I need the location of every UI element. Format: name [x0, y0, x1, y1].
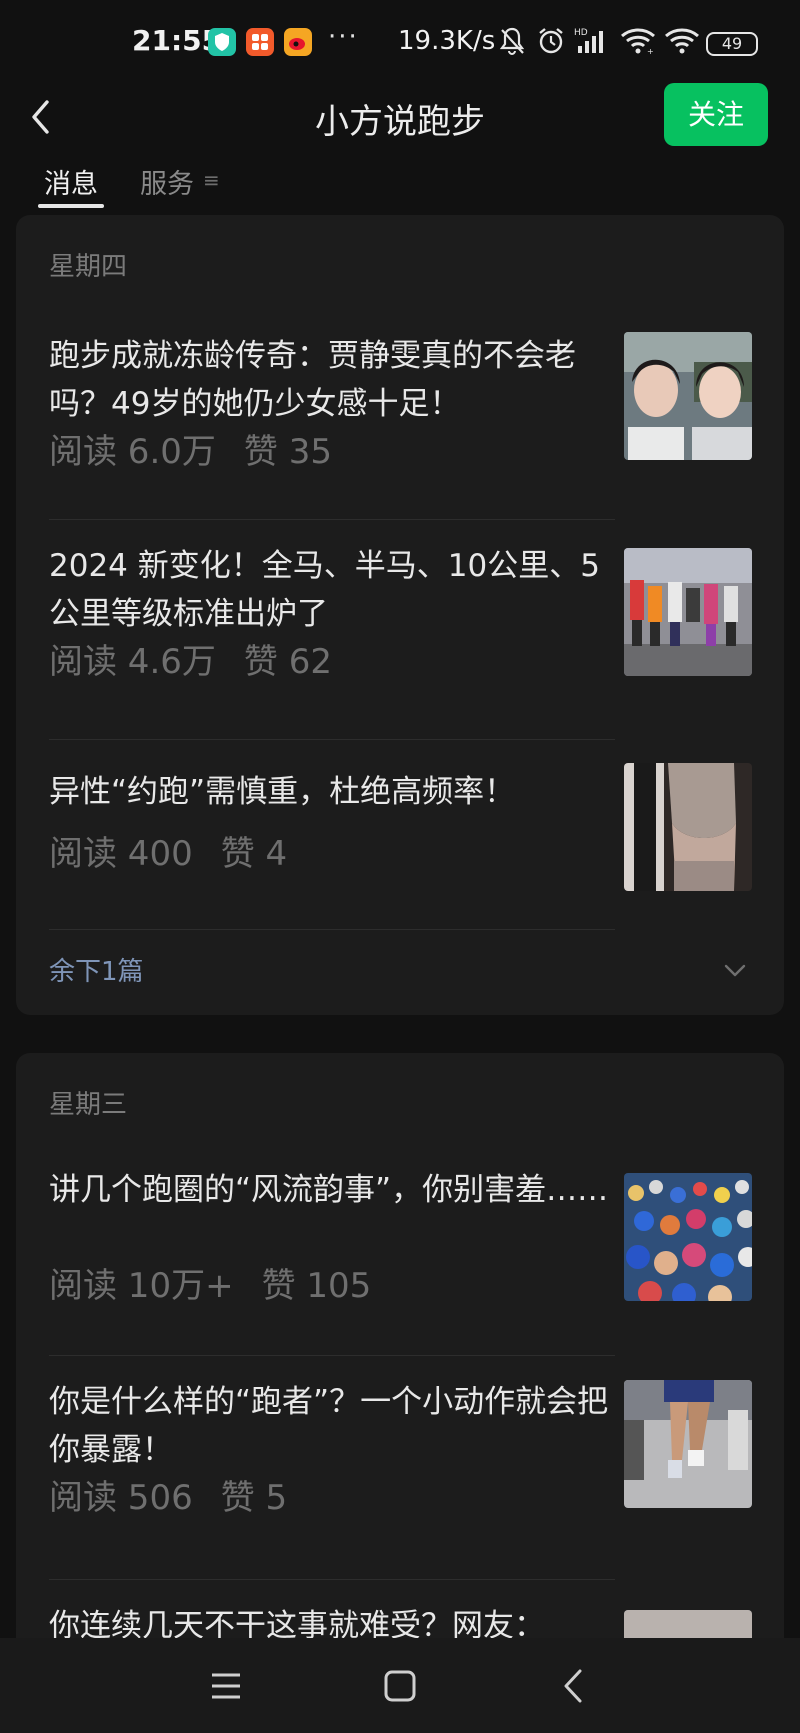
article-item[interactable]: 异性“约跑”需慎重，杜绝高频率！ 阅读 400 赞 4 [16, 740, 784, 930]
status-bar: 21:55 ··· 19.3K/s HD + 49 [0, 0, 800, 80]
article-divider [49, 929, 615, 930]
svg-text:HD: HD [574, 28, 588, 38]
read-count: 阅读 4.6万 [49, 642, 216, 682]
alarm-icon [536, 26, 566, 60]
day-label: 星期四 [49, 252, 128, 282]
article-stats: 阅读 506 赞 5 [49, 1470, 287, 1519]
like-count: 赞 4 [220, 834, 288, 874]
header: 小方说跑步 关注 [0, 80, 800, 170]
article-thumbnail [624, 1173, 752, 1301]
article-title: 你是什么样的“跑者”？一个小动作就会把你暴露！ [49, 1384, 609, 1468]
read-count: 阅读 506 [49, 1478, 193, 1518]
article-thumbnail [624, 1380, 752, 1508]
svg-text:+: + [647, 47, 654, 56]
read-count: 阅读 6.0万 [49, 432, 216, 472]
article-title: 异性“约跑”需慎重，杜绝高频率！ [49, 774, 516, 810]
article-stats: 阅读 6.0万赞 35 [49, 424, 332, 473]
weibo-app-icon [284, 28, 312, 56]
back-triangle-icon[interactable] [550, 1662, 598, 1710]
like-count: 赞 5 [220, 1478, 288, 1518]
shield-app-icon [208, 28, 236, 56]
article-title: 2024 新变化！全马、半马、10公里、5公里等级标准出炉了 [49, 548, 600, 632]
article-thumbnail [624, 548, 752, 676]
article-title: 跑步成就冻龄传奇：贾静雯真的不会老吗？49岁的她仍少女感十足！ [49, 338, 576, 422]
like-count: 赞 105 [261, 1266, 372, 1306]
wifi-icon: + [620, 26, 656, 60]
article-stats: 阅读 400 赞 4 [49, 826, 287, 875]
home-square-icon[interactable] [376, 1662, 424, 1710]
day-group-card: 星期四 跑步成就冻龄传奇：贾静雯真的不会老吗？49岁的她仍少女感十足！ 阅读 6… [16, 215, 784, 1015]
article-stats: 阅读 4.6万赞 62 [49, 634, 332, 683]
menu-icon[interactable] [202, 1662, 250, 1710]
article-item[interactable]: 2024 新变化！全马、半马、10公里、5公里等级标准出炉了 阅读 4.6万赞 … [16, 520, 784, 740]
tab-bar: 消息 服务 ≡ [0, 160, 800, 212]
more-articles-link[interactable]: 余下1篇 [49, 951, 144, 988]
article-item[interactable]: 跑步成就冻龄传奇：贾静雯真的不会老吗？49岁的她仍少女感十足！ 阅读 6.0万赞… [16, 310, 784, 520]
article-item[interactable]: 讲几个跑圈的“风流韵事”，你别害羞…… 阅读 10万+ 赞 105 [16, 1148, 784, 1356]
like-count: 赞 62 [243, 642, 332, 682]
network-speed: 19.3K/s [398, 26, 496, 56]
tab-active-indicator [38, 204, 104, 208]
battery-indicator: 49 [706, 32, 758, 56]
day-group-card: 星期三 讲几个跑圈的“风流韵事”，你别害羞…… 阅读 10万+ 赞 105 你是什… [16, 1053, 784, 1673]
like-count: 赞 35 [243, 432, 332, 472]
day-label: 星期三 [49, 1090, 128, 1120]
services-menu-icon: ≡ [203, 168, 220, 192]
follow-button[interactable]: 关注 [664, 83, 768, 146]
status-more: ··· [328, 22, 359, 52]
tab-services[interactable]: 服务 [140, 162, 194, 201]
system-navigation-bar [0, 1638, 800, 1733]
chevron-down-icon[interactable] [722, 958, 748, 984]
article-thumbnail [624, 332, 752, 460]
wifi-icon [664, 26, 700, 60]
read-count: 阅读 400 [49, 834, 193, 874]
mute-bell-icon [498, 26, 526, 60]
signal-icon: HD [574, 26, 610, 60]
tab-messages[interactable]: 消息 [44, 162, 98, 201]
article-title: 讲几个跑圈的“风流韵事”，你别害羞…… [49, 1172, 609, 1208]
read-count: 阅读 10万+ [49, 1266, 234, 1306]
article-thumbnail [624, 763, 752, 891]
article-item[interactable]: 你是什么样的“跑者”？一个小动作就会把你暴露！ 阅读 506 赞 5 [16, 1356, 784, 1580]
photo-app-icon [246, 28, 274, 56]
article-stats: 阅读 10万+ 赞 105 [49, 1258, 371, 1307]
